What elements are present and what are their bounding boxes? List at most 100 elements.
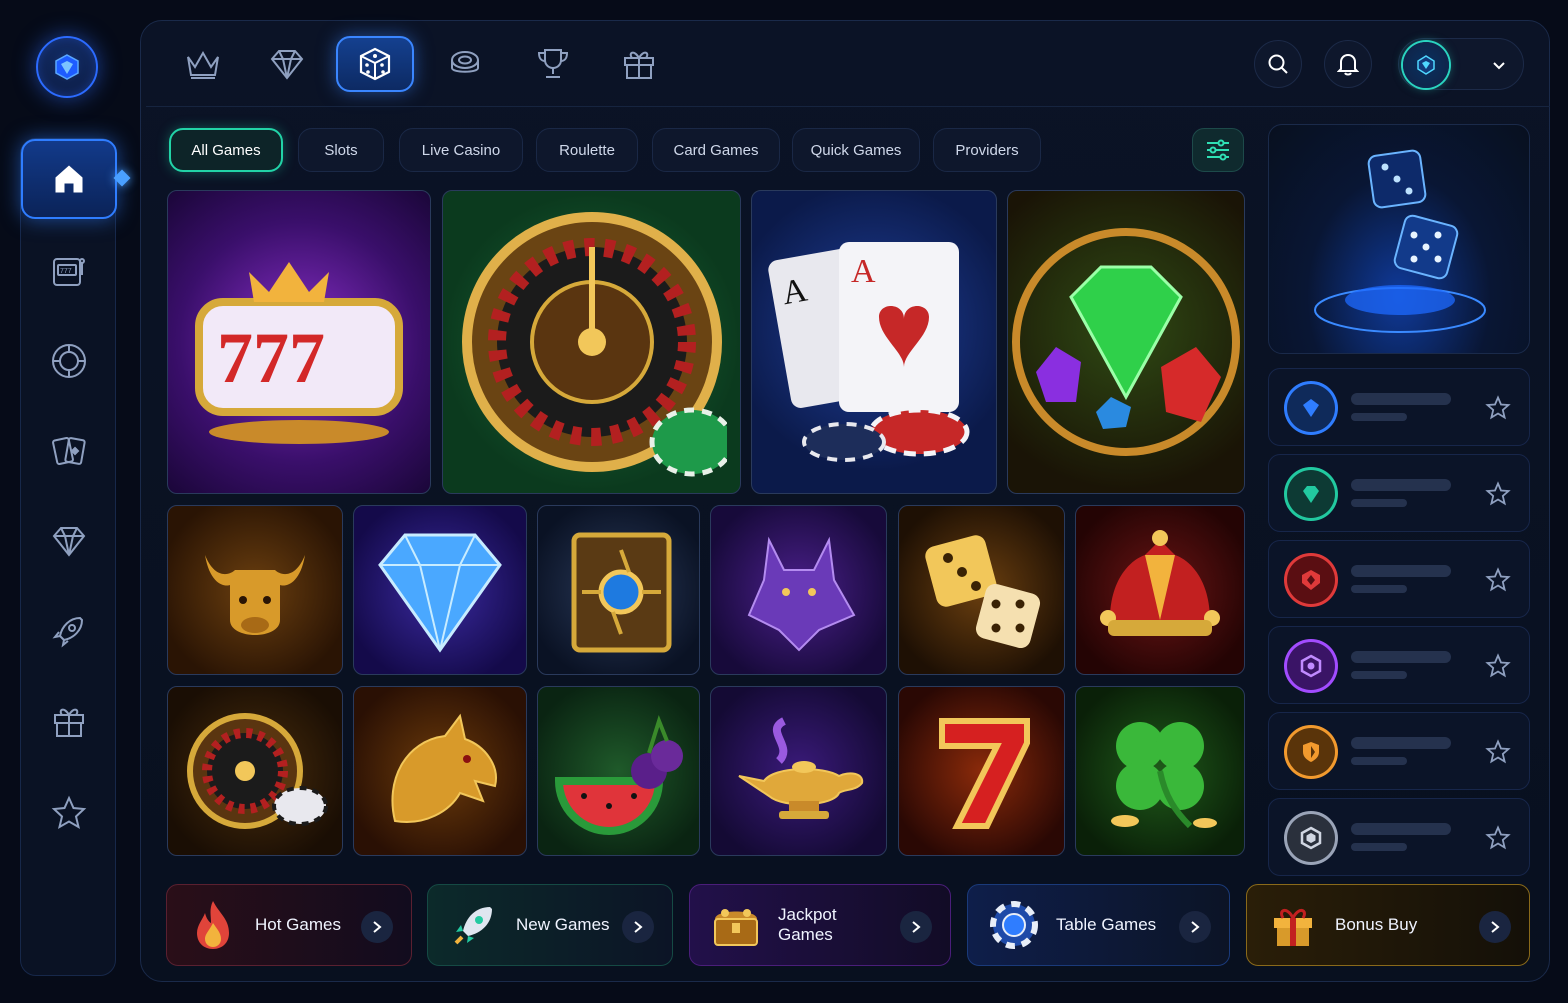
profile-menu[interactable] [1398,38,1524,90]
jester-hat-icon [1100,530,1220,636]
favorite-item[interactable] [1268,626,1530,704]
side-nav: 777 [20,138,117,976]
category-hot-games[interactable]: Hot Games [166,884,412,966]
game-tile-mini-roulette[interactable] [167,686,343,856]
subtitle-placeholder [1351,413,1407,421]
game-tile-diamond[interactable] [353,505,527,675]
sidebar-item-slots[interactable]: 777 [21,231,117,311]
filter-settings-button[interactable] [1192,128,1244,172]
sidebar-item-bonus[interactable] [21,681,117,761]
favorite-badge [1287,556,1335,604]
search-button[interactable] [1254,40,1302,88]
game-tile-blackjack[interactable]: A A [751,190,997,494]
notifications-button[interactable] [1324,40,1372,88]
tab-chips[interactable] [426,36,504,92]
category-arrow[interactable] [1479,911,1511,943]
magic-lamp-icon [737,717,863,819]
filter-all-games[interactable]: All Games [169,128,283,172]
avatar-gem-icon [1417,55,1435,75]
favorite-star-icon[interactable] [1485,567,1511,593]
header-divider [146,106,1550,107]
sidebar-item-home[interactable] [21,139,117,219]
favorite-item[interactable] [1268,712,1530,790]
game-tile-wolf[interactable] [710,505,887,675]
game-tile-dragon[interactable] [353,686,527,856]
purple-hexagon-icon [1300,654,1322,678]
filter-providers[interactable]: Providers [933,128,1041,172]
sidebar-item-diamond[interactable] [21,501,117,581]
favorite-badge [1287,384,1335,432]
favorite-item[interactable] [1268,368,1530,446]
game-tile-dice[interactable] [898,505,1065,675]
featured-dice-card[interactable] [1268,124,1530,354]
favorite-item[interactable] [1268,454,1530,532]
favorite-star-icon[interactable] [1485,395,1511,421]
subtitle-placeholder [1351,585,1407,593]
chevron-right-icon [912,921,921,933]
sidebar-item-favorites[interactable] [21,773,117,853]
star-icon [51,795,87,830]
category-arrow[interactable] [900,911,932,943]
dragon-icon [391,713,497,823]
filter-roulette[interactable]: Roulette [536,128,638,172]
title-placeholder [1351,651,1451,663]
game-tile-slots-777[interactable]: 777 [167,190,431,494]
category-arrow[interactable] [1179,911,1211,943]
category-arrow[interactable] [622,911,654,943]
chevron-right-icon [1491,921,1500,933]
rocket-icon [444,895,504,955]
favorite-item[interactable] [1268,798,1530,876]
category-table-games[interactable]: Table Games [967,884,1230,966]
sidebar-item-roulette[interactable] [21,321,117,401]
chevron-right-icon [1191,921,1200,933]
fruits-icon [554,715,683,835]
game-tile-roulette[interactable] [442,190,741,494]
filter-live-casino[interactable]: Live Casino [399,128,523,172]
category-arrow[interactable] [361,911,393,943]
filter-quick-games[interactable]: Quick Games [792,128,920,172]
tab-promotions[interactable] [600,36,678,92]
favorite-item[interactable] [1268,540,1530,618]
poker-chip-icon [984,895,1044,955]
category-jackpot-games[interactable]: Jackpot Games [689,884,951,966]
favorite-badge [1287,470,1335,518]
brand-logo[interactable] [36,36,98,98]
sidebar-item-crash[interactable] [21,591,117,671]
playing-cards-icon: A A [768,242,970,462]
favorite-star-icon[interactable] [1485,481,1511,507]
favorite-star-icon[interactable] [1485,739,1511,765]
filter-slots[interactable]: Slots [298,128,384,172]
tab-tournaments[interactable] [514,36,592,92]
favorite-star-icon[interactable] [1485,653,1511,679]
filter-card-games[interactable]: Card Games [652,128,780,172]
game-tile-gems[interactable] [1007,190,1245,494]
mini-roulette-icon [187,713,328,829]
game-tile-lamp[interactable] [710,686,887,856]
game-tile-bull[interactable] [167,505,343,675]
trophy-icon [537,49,569,78]
game-tile-book[interactable] [537,505,700,675]
sliders-icon [1207,139,1229,161]
search-icon [1268,54,1288,74]
category-label-line2: Games [778,925,833,944]
game-tile-fruits[interactable] [537,686,700,856]
tab-dice[interactable] [336,36,414,92]
golden-dice-icon [924,535,1040,649]
home-icon [55,165,83,193]
category-new-games[interactable]: New Games [427,884,673,966]
game-tile-lucky-seven[interactable] [898,686,1065,856]
title-placeholder [1351,823,1451,835]
gem-logo-icon [55,54,79,80]
favorite-badge [1287,814,1335,862]
tab-diamond[interactable] [248,36,326,92]
category-label: Table Games [1056,914,1157,934]
game-tile-jester[interactable] [1075,505,1245,675]
category-bonus-buy[interactable]: Bonus Buy [1246,884,1530,966]
sidebar-item-cards[interactable] [21,411,117,491]
game-tile-clover[interactable] [1075,686,1245,856]
category-label: Bonus Buy [1335,914,1418,934]
svg-text:A: A [851,253,876,290]
tab-vip[interactable] [164,36,242,92]
favorite-star-icon[interactable] [1485,825,1511,851]
favorite-badge [1287,642,1335,690]
